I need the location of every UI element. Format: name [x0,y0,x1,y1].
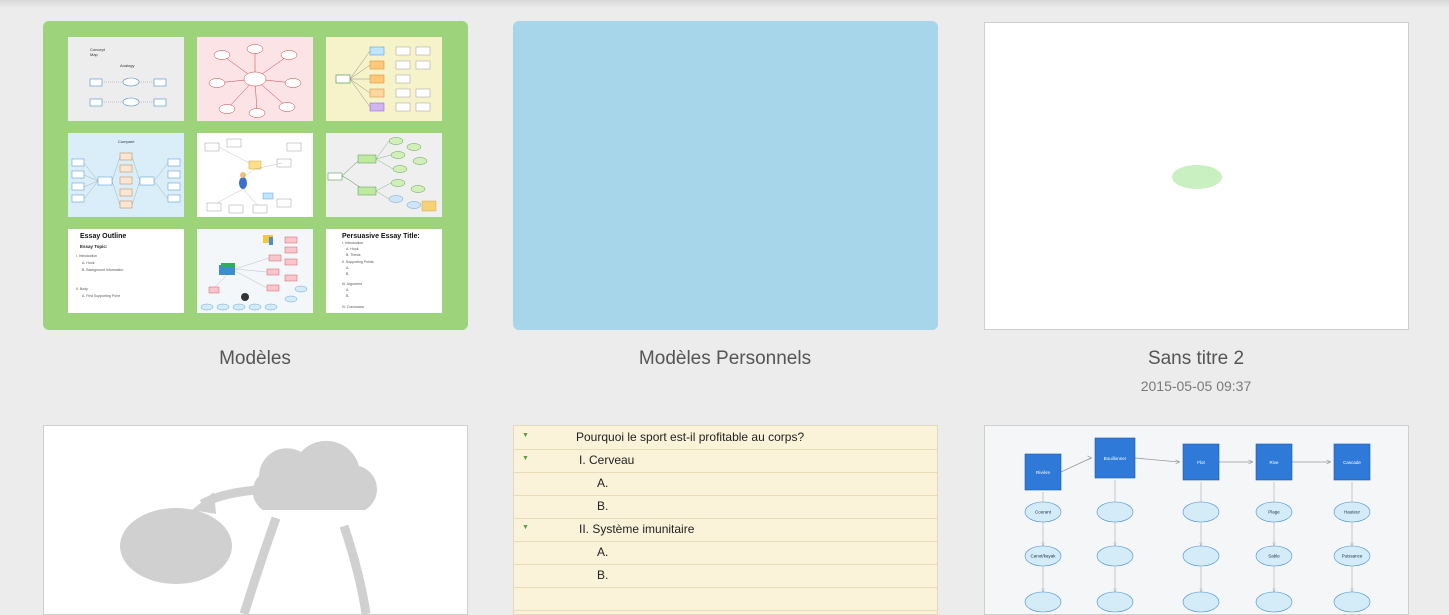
arrow-head-icon: > [1087,453,1092,463]
outline-row[interactable] [514,587,937,611]
outline-row[interactable]: ▼ II. Système imunitaire [514,518,937,542]
document-outline[interactable]: ▼ Pourquoi le sport est-il profitable au… [513,425,938,615]
template-thumbnail-cartoon-map[interactable] [197,133,313,217]
svg-text:Compare: Compare [118,139,135,144]
essay-line: III. Argument [342,282,362,286]
essay-line: A. Hook [346,247,359,251]
outline-row-text: B. [597,568,609,582]
essay-line: B. [346,294,350,298]
flow-box-label: Flot [1197,460,1205,465]
outline-row[interactable]: A. [514,541,937,565]
flow-box-label: Rive [1269,460,1278,465]
outline-row-text: I. Cerveau [579,453,635,467]
outline-row[interactable]: B. [514,495,937,519]
essay-line: A. First Supporting Point [82,294,120,298]
document-date: 2015-05-05 09:37 [1140,378,1252,394]
expand-triangle-icon[interactable]: ▼ [522,455,529,462]
outline-row-text: A. [597,476,609,490]
outline-row[interactable]: ▼ I. Cerveau [514,449,937,473]
document-preview [1172,165,1222,189]
essay-line: A. [346,288,350,292]
outline-row[interactable]: ▼ Pourquoi le sport est-il profitable au… [514,426,937,450]
essay-line: IV. Conclusion [342,305,365,309]
template-thumbnail-tree[interactable] [326,37,442,121]
personal-models-label[interactable]: Modèles Personnels [513,348,937,370]
outline-row[interactable]: B. [514,564,937,588]
arrow-head-icon: > [1175,457,1180,467]
essay-line: II. Supporting Points [342,260,374,264]
flow-oval [1255,591,1293,613]
expand-triangle-icon[interactable]: ▼ [522,432,529,439]
essay-line: I. Introduction [76,254,98,258]
essay-line: I. Introduction [342,241,364,245]
flow-oval-label: Canot/kayak [1030,554,1056,559]
arrow-head-icon: > [1248,457,1253,467]
essay-line: B. Background Information [82,268,124,272]
outline-row[interactable]: A. [514,472,937,496]
template-thumbnail-essay-outline[interactable]: Essay Outline Essay Topic: I. Introducti… [68,229,184,313]
document-flow-diagram[interactable]: >>>>RivièrevBouillonnervFlotvRivevCascad… [984,425,1409,615]
arrow-head-icon: > [1326,457,1331,467]
persuasive-title: Persuasive Essay Title: [342,233,420,240]
template-thumbnail-concept-map[interactable]: Concept Map Analogy [68,37,184,121]
flow-oval-label: Plage [1268,510,1280,515]
flow-oval [1024,591,1062,613]
topic-oval [1172,165,1222,189]
flow-oval-label: Puissance [1342,554,1363,559]
outline-row-text: B. [597,499,609,513]
svg-text:Map: Map [90,52,99,57]
template-thumbnail-persuasive-essay[interactable]: Persuasive Essay Title: I. Introduction … [326,229,442,313]
template-thumbnail-book-map[interactable] [197,229,313,313]
flow-oval [1182,545,1220,567]
flow-oval [1096,545,1134,567]
document-placeholder[interactable] [43,425,468,615]
flow-oval [1182,591,1220,613]
flow-box-label: Cascade [1343,460,1361,465]
template-thumbnail-compare[interactable]: Compare [68,133,184,217]
flow-oval-label: Hauteur [1344,510,1361,515]
flow-oval [1182,501,1220,523]
outline-row-text: A. [597,545,609,559]
template-thumbnail-web[interactable] [197,37,313,121]
diagram-placeholder-icon [120,440,377,614]
expand-triangle-icon[interactable]: ▼ [522,524,529,531]
flow-oval [1096,591,1134,613]
personal-models-tile[interactable] [513,21,938,330]
template-thumbnail-idea-map[interactable] [326,133,442,217]
top-divider [0,0,1449,8]
document-sans-titre-2[interactable] [984,22,1409,330]
essay-line: A. Hook [82,261,95,265]
flow-box-label: Bouillonner [1104,456,1127,461]
models-label[interactable]: Modèles [43,348,467,370]
flow-connector [1134,457,1180,463]
flow-oval-label: Sable [1268,554,1280,559]
essay-line: B. Thesis [346,253,361,257]
outline-row-text: Pourquoi le sport est-il profitable au c… [576,430,805,444]
flow-box-label: Rivière [1036,470,1051,475]
models-tile[interactable]: Concept Map Analogy Compare Essay Outlin… [43,21,468,330]
essay-topic-label: Essay Topic: [80,244,108,249]
outline-row-text: II. Système imunitaire [579,522,695,536]
flow-oval [1096,501,1134,523]
flow-oval [1333,591,1371,613]
essay-line: B. [346,272,350,276]
essay-line: II. Body [76,287,88,291]
flow-diagram-preview: >>>>RivièrevBouillonnervFlotvRivevCascad… [1024,437,1371,613]
flow-oval-label: Courant [1035,510,1052,515]
essay-line: A. [346,266,350,270]
svg-text:Analogy: Analogy [120,63,134,68]
document-title[interactable]: Sans titre 2 [984,348,1408,370]
essay-outline-title: Essay Outline [80,233,127,240]
